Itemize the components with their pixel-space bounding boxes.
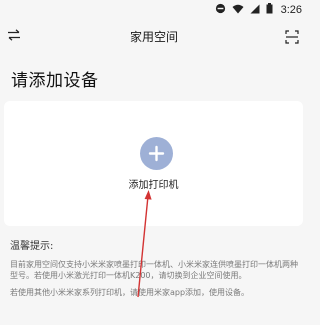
do-not-disturb-icon (215, 3, 226, 17)
nav-title: 家用空间 (129, 30, 178, 44)
page-heading: 请添加设备 (11, 71, 99, 91)
add-printer-button[interactable] (140, 137, 173, 170)
tips-extra: 若使用其他小米米家系列打印机，请使用米家app添加，使用设备。 (10, 288, 250, 297)
status-bar: 3:26 (0, 0, 308, 22)
signal-icon (250, 4, 260, 17)
tips-title: 温馨提示: (10, 241, 54, 252)
add-printer-label[interactable]: 添加打印机 (4, 176, 303, 191)
plus-icon (148, 145, 165, 162)
battery-icon (266, 3, 273, 17)
status-time: 3:26 (280, 4, 302, 16)
nav-bar: 家用空间 (0, 22, 308, 54)
scan-icon[interactable] (285, 29, 299, 44)
wifi-icon (232, 4, 244, 17)
tips-body: 目前家用空间仅支持小米米家喷墨打印一体机、小米米家连供喷墨打印一体机两种型号。若… (10, 260, 298, 280)
add-device-card: 添加打印机 (4, 101, 303, 226)
status-icons: 3:26 (215, 3, 302, 17)
